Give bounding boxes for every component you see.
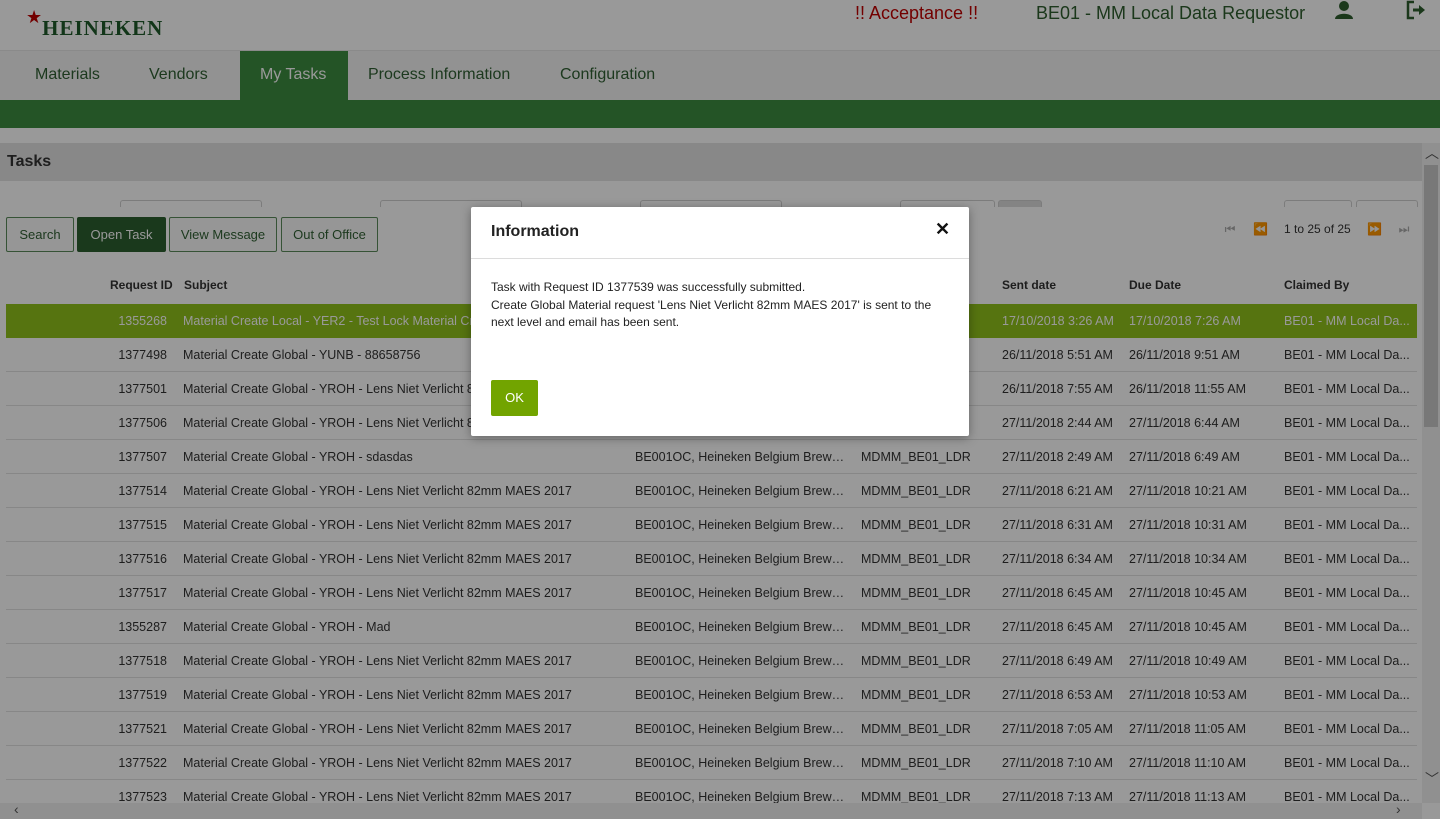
ok-button[interactable]: OK — [491, 380, 538, 416]
dialog-divider — [471, 258, 969, 259]
dialog-message-line: Task with Request ID 1377539 was success… — [491, 280, 806, 294]
close-icon[interactable]: ✕ — [935, 219, 950, 240]
dialog-title: Information — [491, 223, 579, 240]
dialog-message: Task with Request ID 1377539 was success… — [491, 279, 951, 332]
information-dialog: Information ✕ Task with Request ID 13775… — [471, 207, 969, 436]
dialog-message-line: Create Global Material request 'Lens Nie… — [491, 297, 932, 330]
app-root: ★ HEINEKEN !! Acceptance !! BE01 - MM Lo… — [0, 0, 1440, 819]
